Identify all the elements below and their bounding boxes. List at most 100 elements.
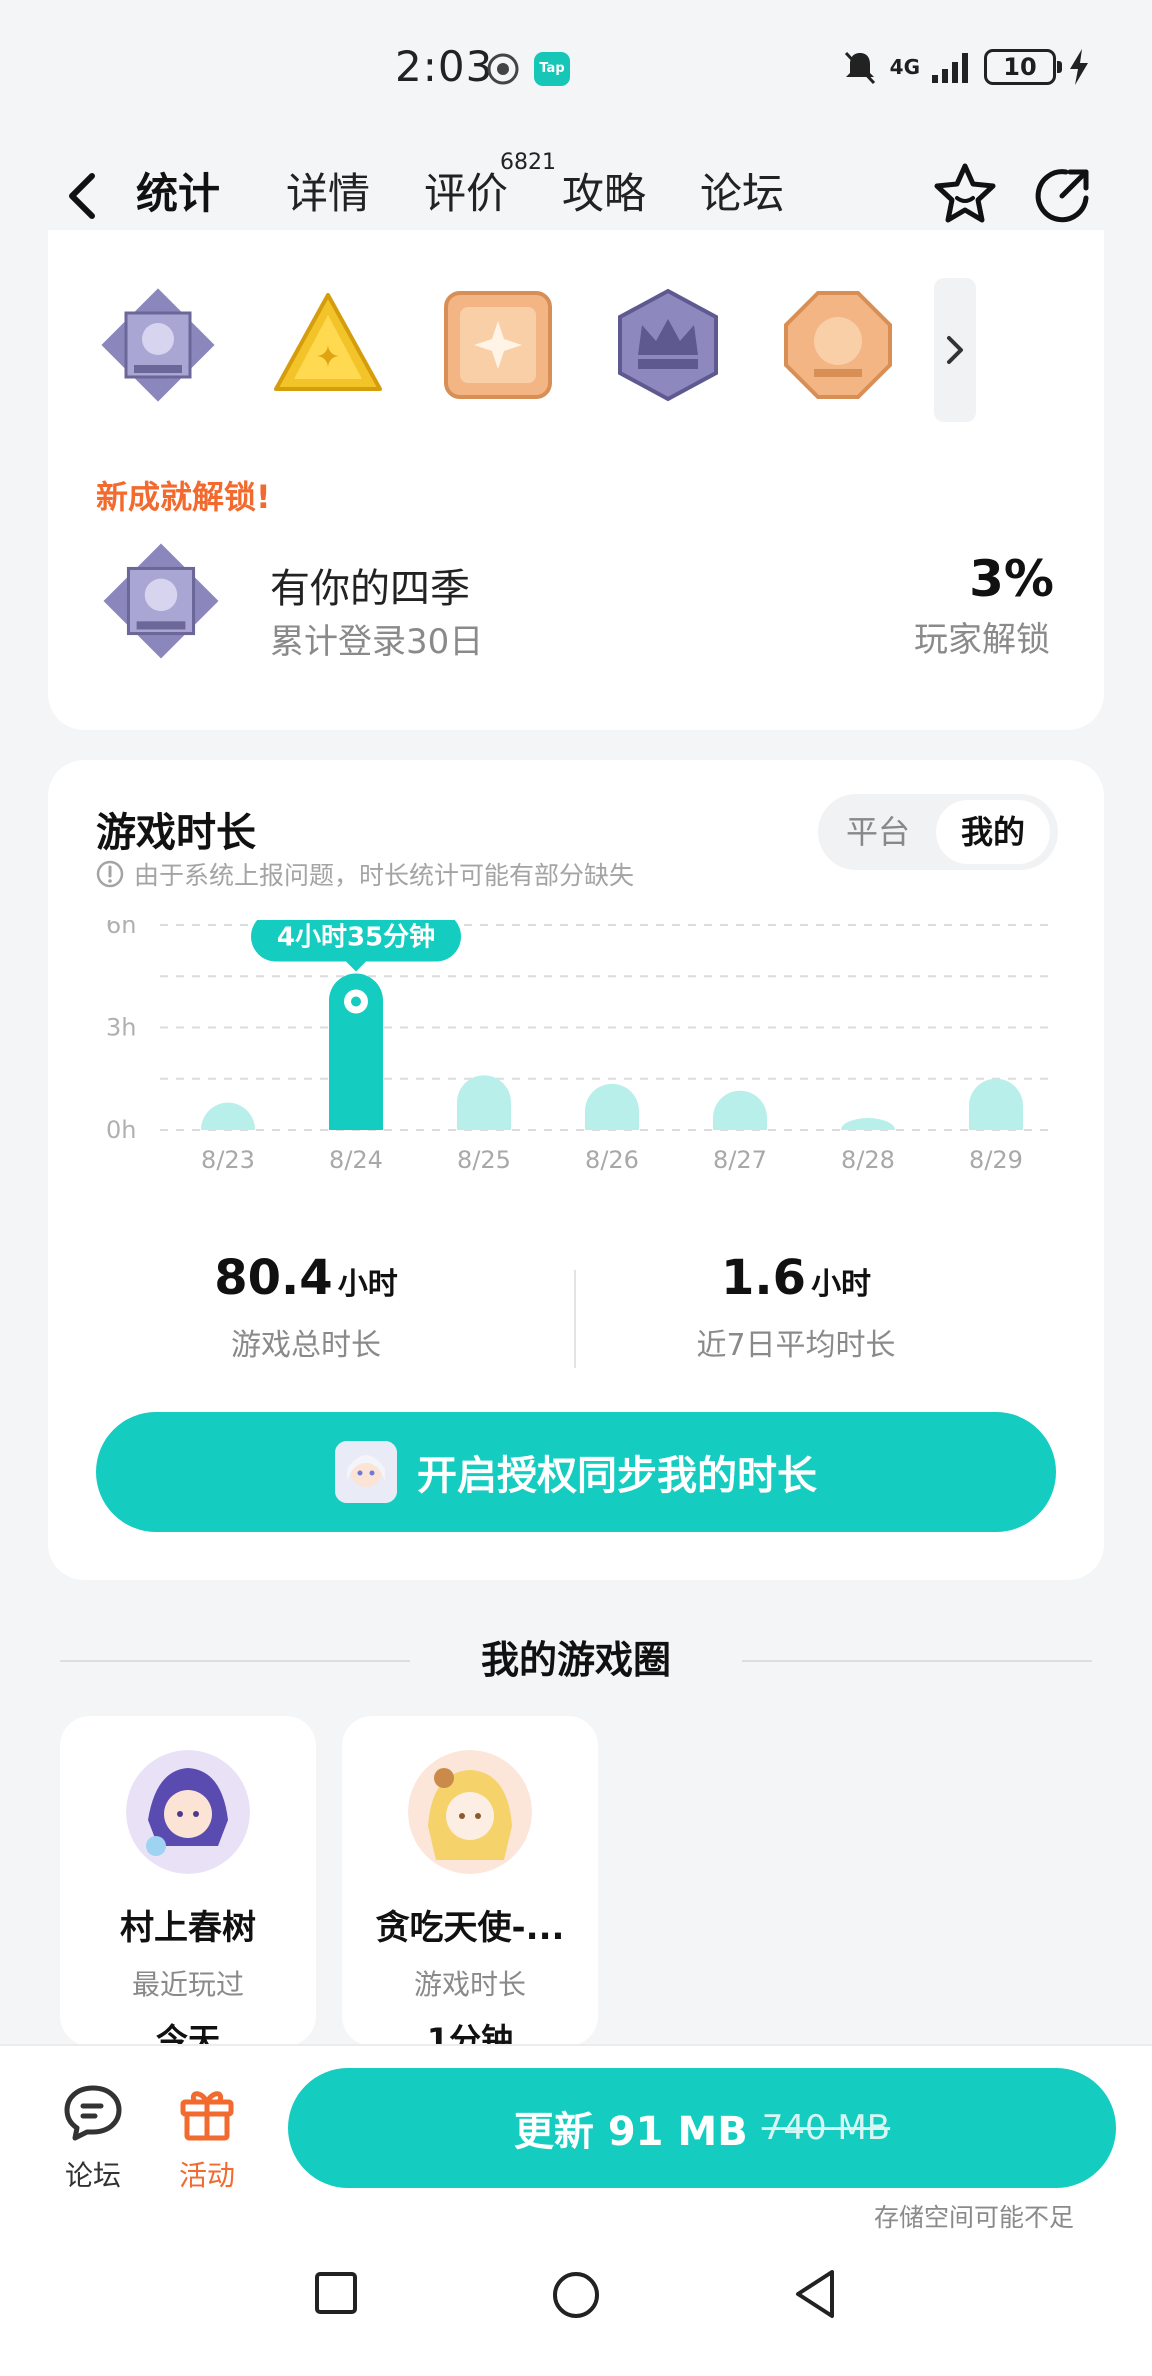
update-button[interactable]: 更新 91 MB 740 MB	[288, 2068, 1116, 2188]
bar	[585, 1083, 639, 1130]
purple-crown-badge-icon[interactable]	[608, 285, 728, 405]
total-playtime-value: 80.4	[214, 1250, 333, 1306]
taptap-notification-icon: Tap	[534, 52, 570, 86]
playtime-bar-chart: 0h 3h 6h 8/23 8/24 4小时35分钟 8/25 8/26 8/27 8/28 8/2…	[106, 920, 1056, 1174]
toggle-platform[interactable]: 平台	[828, 800, 928, 864]
tab-reviews[interactable]: 评价	[424, 164, 508, 224]
achievement-card: ✦ 新成就解锁! 有你的四季 累计登录30日 3% 玩家解锁	[48, 230, 1104, 730]
bar	[457, 1075, 511, 1130]
tooltip-pointer	[346, 961, 366, 972]
forum-chat-icon	[64, 2085, 122, 2141]
x-tick-label: 8/29	[969, 1146, 1023, 1174]
badge-row: ✦	[98, 275, 1038, 415]
game-card[interactable]: 贪吃天使-... 游戏时长 1分钟	[342, 1716, 598, 2046]
tab-forum[interactable]: 论坛	[700, 164, 784, 224]
forum-tab[interactable]: 论坛	[38, 2080, 148, 2194]
sync-button-label: 开启授权同步我的时长	[417, 1453, 817, 1499]
average-playtime: 1.6 小时 近7日平均时长	[556, 1250, 1036, 1364]
tab-guides[interactable]: 攻略	[562, 164, 646, 224]
tab-label: 攻略	[562, 169, 647, 218]
game-stat-label: 游戏时长	[413, 1968, 526, 2001]
status-indicators: 4G 10	[840, 46, 1092, 88]
tab-label: 评价	[424, 169, 509, 218]
achievement-unlock-percent-label: 玩家解锁	[914, 620, 1050, 660]
back-arrow-icon[interactable]	[58, 166, 108, 226]
game-stat-value: 今天	[155, 2021, 220, 2046]
new-unlock-label: 新成就解锁!	[96, 478, 271, 516]
playtime-title: 游戏时长	[96, 810, 256, 856]
achievement-description: 累计登录30日	[270, 622, 484, 662]
game-avatar	[408, 1750, 532, 1874]
bar	[969, 1078, 1023, 1130]
game-name: 贪吃天使-...	[375, 1908, 565, 1948]
review-count-badge: 6821	[500, 150, 556, 175]
tab-label: 统计	[136, 169, 221, 218]
game-card[interactable]: 村上春树 最近玩过 今天	[60, 1716, 316, 2046]
share-icon[interactable]	[1028, 160, 1098, 230]
gold-triangle-badge-icon[interactable]: ✦	[268, 285, 388, 405]
status-bar: 2:03 Tap 4G 10	[0, 0, 1152, 130]
tooltip-label: 4小时35分钟	[277, 922, 435, 953]
achievement-unlock-percent: 3%	[969, 550, 1054, 608]
x-tick-label: 8/28	[841, 1146, 895, 1174]
y-tick-label: 3h	[106, 1014, 136, 1042]
storage-warning: 存储空间可能不足	[873, 2203, 1074, 2232]
update-original-size: 740 MB	[761, 2108, 891, 2148]
total-playtime-unit: 小时	[337, 1267, 398, 1302]
bar	[201, 1102, 255, 1130]
divider-line	[742, 1660, 1092, 1662]
sync-playtime-button[interactable]: 开启授权同步我的时长	[96, 1412, 1056, 1532]
total-playtime-label: 游戏总时长	[231, 1328, 381, 1363]
gacha-purple-badge-icon[interactable]	[98, 285, 218, 405]
bar	[713, 1090, 767, 1130]
bottom-action-bar: 论坛 活动 更新 91 MB 740 MB 存储空间可能不足	[0, 2044, 1152, 2244]
x-tick-label: 8/23	[201, 1146, 255, 1174]
game-name: 村上春树	[120, 1908, 256, 1948]
tab-label: 论坛	[700, 169, 785, 218]
battery-indicator: 10	[984, 49, 1062, 85]
activity-tab-label: 活动	[178, 2159, 235, 2192]
activity-tab[interactable]: 活动	[152, 2080, 262, 2194]
x-tick-label: 8/26	[585, 1146, 639, 1174]
y-tick-label: 6h	[106, 920, 136, 939]
settings-notification-icon	[487, 53, 519, 85]
game-circle-header: 我的游戏圈	[60, 1630, 1092, 1690]
network-type: 4G	[889, 55, 920, 79]
svg-text:✦: ✦	[315, 340, 340, 375]
info-icon	[96, 860, 124, 888]
gift-icon	[180, 2091, 234, 2141]
game-stat-label: 最近玩过	[131, 1968, 244, 2001]
toggle-mine[interactable]: 我的	[936, 800, 1050, 864]
recent-apps-icon[interactable]	[313, 2270, 359, 2316]
playtime-scope-toggle: 平台 我的	[818, 794, 1058, 870]
system-navigation-bar	[0, 2244, 1152, 2376]
unlocked-achievement-badge-icon[interactable]	[100, 540, 222, 662]
tab-statistics[interactable]: 统计	[130, 164, 227, 224]
character-avatar-icon	[335, 1441, 397, 1503]
game-avatar	[126, 1750, 250, 1874]
home-icon[interactable]	[551, 2270, 601, 2320]
star-favorite-icon[interactable]	[930, 160, 1000, 230]
orange-octagon-badge-icon[interactable]	[778, 285, 898, 405]
playtime-card: 游戏时长 由于系统上报问题，时长统计可能有部分缺失 平台 我的 0h 3h 6h 8/…	[48, 760, 1104, 1580]
playtime-note: 由于系统上报问题，时长统计可能有部分缺失	[96, 856, 634, 892]
chevron-right-icon	[947, 336, 963, 364]
more-badges-button[interactable]	[934, 278, 976, 422]
average-playtime-unit: 小时	[811, 1267, 872, 1302]
orange-square-badge-icon[interactable]	[438, 285, 558, 405]
achievement-title: 有你的四季	[270, 566, 470, 612]
bar-highlight-dot-center	[351, 996, 361, 1007]
update-size-label: 更新 91 MB	[513, 2109, 748, 2155]
x-tick-label: 8/24	[329, 1146, 383, 1174]
average-playtime-label: 近7日平均时长	[696, 1328, 896, 1363]
tab-details[interactable]: 详情	[286, 164, 370, 224]
forum-tab-label: 论坛	[64, 2159, 121, 2192]
total-playtime: 80.4 小时 游戏总时长	[66, 1250, 546, 1364]
mute-icon	[844, 51, 875, 85]
x-tick-label: 8/25	[457, 1146, 511, 1174]
game-stat-value: 1分钟	[426, 2021, 514, 2046]
system-back-icon[interactable]	[792, 2268, 838, 2320]
status-time: 2:03	[395, 42, 494, 91]
x-tick-label: 8/27	[713, 1146, 767, 1174]
signal-icon	[932, 53, 968, 83]
